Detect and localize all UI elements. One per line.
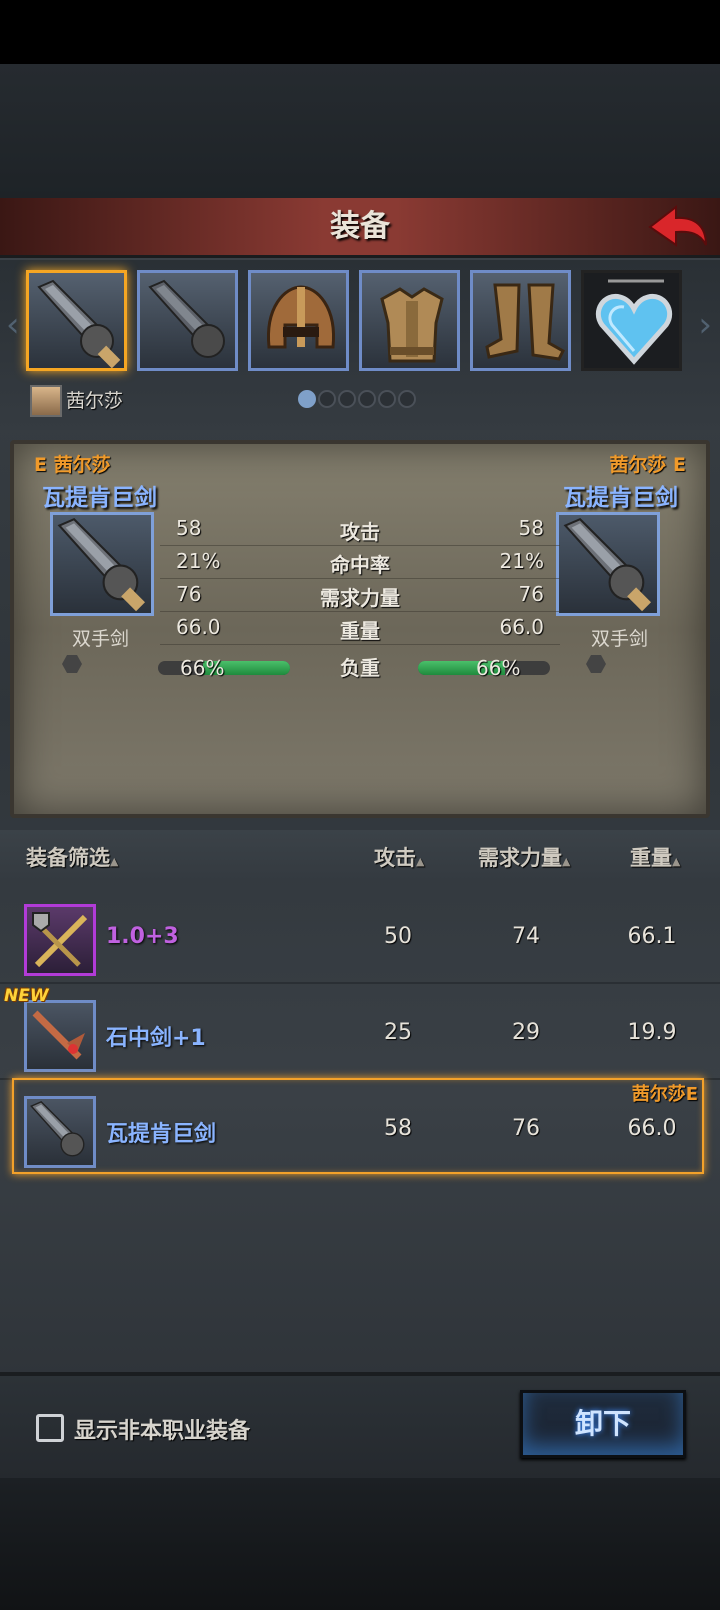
item-weight: 66.1 [627,924,677,949]
filter-header-label: 装备筛选 [26,846,110,870]
sword-icon [563,517,652,612]
compare-right-item-name: 瓦提肯巨剑 [563,485,678,511]
sort-filter-header[interactable]: 装备筛选▲ [26,842,118,872]
right-weight-value: 66.0 [499,615,544,639]
sort-weight-header[interactable]: 重量▲ [630,842,680,872]
boots-icon [485,283,565,361]
slot-helmet[interactable] [248,270,349,371]
armor-icon [380,287,444,363]
sort-strength-header[interactable]: 需求力量▲ [478,842,570,872]
weight-header-label: 重量 [630,846,672,870]
left-load-value: 66% [180,656,225,680]
item-weight: 19.9 [627,1020,677,1045]
slot-armor[interactable] [359,270,460,371]
sword-icon [57,517,146,612]
page-dot[interactable] [398,390,416,408]
selection-highlight [12,1078,704,1174]
compare-left-item-type: 双手剑 [72,628,130,650]
item-icon [24,1000,96,1072]
equipment-list-header: 装备筛选▲ 攻击▲ 需求力量▲ 重量▲ [0,830,720,882]
stat-row-strength: 76 需求力量 76 [160,580,560,612]
strength-header-label: 需求力量 [478,846,562,870]
item-attack: 25 [384,1020,412,1045]
attack-label: 攻击 [340,520,380,544]
sword-icon [32,1010,85,1060]
equipped-by-tag: 茜尔莎E [631,1084,698,1105]
slot-boots[interactable] [470,270,571,371]
str-label: 需求力量 [320,586,400,610]
slot-amulet[interactable] [581,270,682,371]
right-load-value: 66% [476,656,521,680]
background-top [0,64,720,198]
item-name: 1.0+3 [106,924,179,949]
slot-main-weapon[interactable] [26,270,127,371]
item-strength: 74 [512,924,540,949]
character-name: 茜尔莎 [66,390,124,412]
sort-triangle-icon: ▲ [562,855,571,868]
item-name: 石中剑+1 [106,1026,206,1051]
header-bar: 装备 [0,198,720,258]
page-dot[interactable] [358,390,376,408]
attack-header-label: 攻击 [374,846,416,870]
right-str-value: 76 [518,582,544,606]
crossed-swords-icon [32,912,88,968]
compare-left-item-name: 瓦提肯巨剑 [42,485,157,511]
back-arrow-icon [648,204,707,247]
compare-left-owner: E 茜尔莎 [34,454,111,476]
background-bottom [0,1478,720,1610]
sword-icon [37,279,121,369]
page-dot[interactable] [298,390,316,408]
back-button[interactable] [646,201,710,253]
right-hit-value: 21% [499,549,544,573]
sort-attack-header[interactable]: 攻击▲ [374,842,424,872]
right-attack-value: 58 [518,516,544,540]
item-strength: 29 [512,1020,540,1045]
slot-offhand[interactable] [137,270,238,371]
new-badge: NEW [4,986,49,1006]
page-dot[interactable] [378,390,396,408]
sword-icon [148,279,225,358]
list-item[interactable]: 1.0+3 50 74 66.1 [0,888,720,984]
compare-left-item-icon [50,512,154,616]
compare-right-owner: 茜尔莎 E [609,454,686,476]
unequip-button[interactable]: 卸下 [520,1390,686,1458]
sort-triangle-icon: ▲ [416,855,425,868]
compare-right-item-icon [556,512,660,616]
page-dot[interactable] [338,390,356,408]
item-attack: 50 [384,924,412,949]
stat-row-weight: 66.0 重量 66.0 [160,613,560,645]
list-item[interactable]: 石中剑+1 25 29 19.9 [0,984,720,1080]
page-title: 装备 [330,209,390,244]
item-icon [24,904,96,976]
sort-triangle-icon: ▲ [672,855,681,868]
character-avatar[interactable] [30,385,62,417]
helmet-icon [266,285,336,349]
compare-right-item-type: 双手剑 [590,628,648,650]
show-other-class-label[interactable]: 显示非本职业装备 [74,1413,250,1445]
stat-row-hit: 21% 命中率 21% [160,547,560,579]
sort-triangle-icon: ▲ [110,855,119,868]
status-bar-area [0,0,720,64]
show-other-class-checkbox[interactable] [36,1414,64,1442]
page-dot[interactable] [318,390,336,408]
slot-next-arrow[interactable]: › [698,305,712,345]
heart-amulet-icon [595,279,673,365]
slot-prev-arrow[interactable]: ‹ [6,305,20,345]
stat-row-attack: 58 攻击 58 [160,514,560,546]
